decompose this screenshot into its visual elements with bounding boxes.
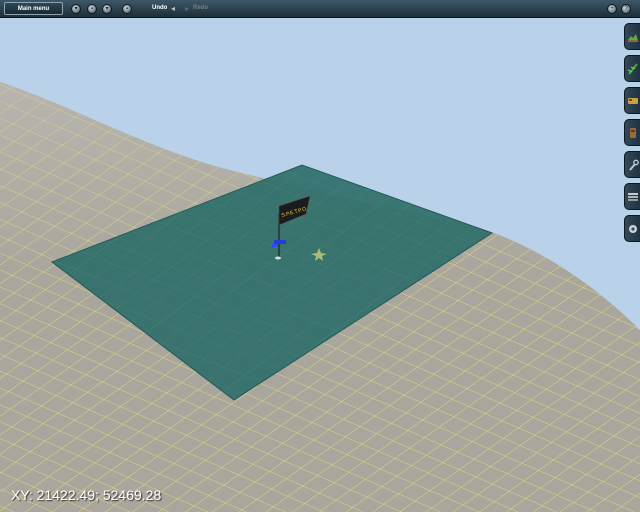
main-menu-button[interactable]: Main menu: [4, 2, 63, 15]
open-icon[interactable]: ▪: [87, 4, 97, 14]
camera-icon[interactable]: ▪: [122, 4, 132, 14]
rolling-stock-tool-tab[interactable]: [624, 87, 640, 114]
save-icon[interactable]: ▾: [71, 4, 81, 14]
settings-tool-tab[interactable]: [624, 215, 640, 242]
layers-tool-tab[interactable]: [624, 183, 640, 210]
top-toolbar: Main menu ▾ ▪ ▾ ▪ Undo ◂ ▸ Redo + ?: [0, 0, 640, 18]
xy-coordinate-readout: XY: 21422.49; 52469.28: [11, 487, 162, 503]
tools-icon[interactable]: ▾: [102, 4, 112, 14]
zoom-in-icon[interactable]: +: [607, 4, 617, 14]
settings-tool-icon: [628, 224, 637, 233]
objects-tool-icon: [629, 127, 636, 138]
wrench-tool-tab[interactable]: [624, 151, 640, 178]
redo-arrow-icon: ▸: [184, 4, 189, 13]
3d-viewport[interactable]: S.P.E.T.P.O.: [0, 0, 640, 512]
help-icon[interactable]: ?: [621, 4, 631, 14]
rolling-stock-tool-icon: [627, 97, 638, 104]
wrench-tool-icon: [628, 159, 639, 171]
terrain-tool-tab[interactable]: [624, 23, 640, 50]
layers-tool-icon: [627, 192, 638, 201]
track-tool-tab[interactable]: [624, 55, 640, 82]
undo-arrow-icon[interactable]: ◂: [169, 4, 177, 13]
terrain-tool-icon: [627, 33, 638, 42]
objects-tool-tab[interactable]: [624, 119, 640, 146]
redo-button: Redo: [193, 5, 208, 11]
undo-button[interactable]: Undo: [152, 5, 167, 11]
track-tool-icon: [627, 62, 638, 75]
